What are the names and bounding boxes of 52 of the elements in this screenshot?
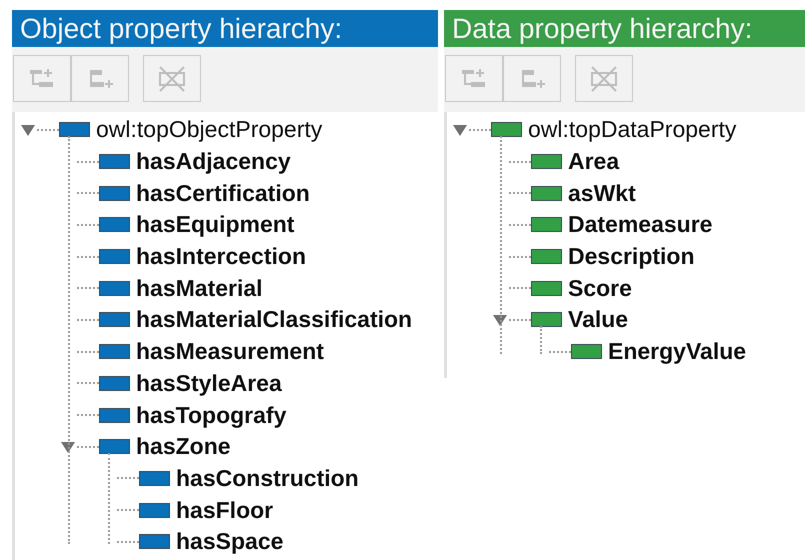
property-icon <box>99 280 130 296</box>
expanded-arrow-icon[interactable] <box>21 122 35 137</box>
property-icon <box>491 122 522 138</box>
expanded-arrow-icon[interactable] <box>61 440 75 454</box>
property-icon <box>99 344 130 360</box>
tree-item[interactable]: Area <box>568 150 620 174</box>
property-icon <box>99 154 130 170</box>
property-icon <box>139 470 170 486</box>
property-icon <box>99 408 130 423</box>
tree-item[interactable]: Description <box>568 245 695 268</box>
property-icon <box>571 344 602 360</box>
tree-item[interactable]: owl:topDataProperty <box>528 118 736 142</box>
tree-item[interactable]: Score <box>568 276 632 300</box>
property-icon <box>99 249 130 264</box>
tree-item[interactable]: hasMaterialClassification <box>136 308 412 332</box>
tree-item[interactable]: hasMeasurement <box>136 340 324 364</box>
tree-item[interactable]: hasSpace <box>176 530 284 554</box>
property-icon <box>531 280 562 296</box>
panel-title: Data property hierarchy: <box>444 10 805 47</box>
tree-item[interactable]: Value <box>568 308 628 332</box>
property-icon <box>59 122 90 138</box>
tree-item[interactable]: hasTopografy <box>136 404 286 427</box>
property-icon <box>99 439 130 454</box>
tree-item[interactable]: hasMaterial <box>136 276 263 300</box>
property-icon <box>139 534 170 550</box>
tree-item[interactable]: hasZone <box>136 435 231 458</box>
tree-item[interactable]: hasCertification <box>136 182 310 205</box>
property-icon <box>531 217 562 232</box>
tree-item[interactable]: hasEquipment <box>136 213 294 236</box>
expanded-arrow-icon[interactable] <box>453 122 467 137</box>
tree-item[interactable]: EnergyValue <box>608 340 746 364</box>
tree-item[interactable]: hasAdjacency <box>136 150 291 174</box>
tree-item[interactable]: hasIntercection <box>136 245 306 268</box>
property-icon <box>531 154 562 170</box>
delete-icon <box>589 66 619 92</box>
property-icon <box>531 249 562 264</box>
tree-item[interactable]: hasConstruction <box>176 466 359 490</box>
tree-item[interactable]: owl:topObjectProperty <box>96 118 322 142</box>
expanded-arrow-icon[interactable] <box>493 312 507 327</box>
delete-icon <box>157 66 187 92</box>
property-icon <box>531 312 562 328</box>
property-icon <box>139 502 170 518</box>
property-icon <box>99 312 130 328</box>
property-icon <box>99 217 130 232</box>
property-icon <box>99 186 130 201</box>
tree-item[interactable]: asWkt <box>568 182 636 205</box>
tree-item[interactable]: hasStyleArea <box>136 372 282 395</box>
tree-item[interactable]: hasFloor <box>176 498 274 522</box>
property-icon <box>99 376 130 391</box>
panel-title: Object property hierarchy: <box>12 10 438 47</box>
tree-item[interactable]: Datemeasure <box>568 213 712 236</box>
property-icon <box>531 186 562 201</box>
